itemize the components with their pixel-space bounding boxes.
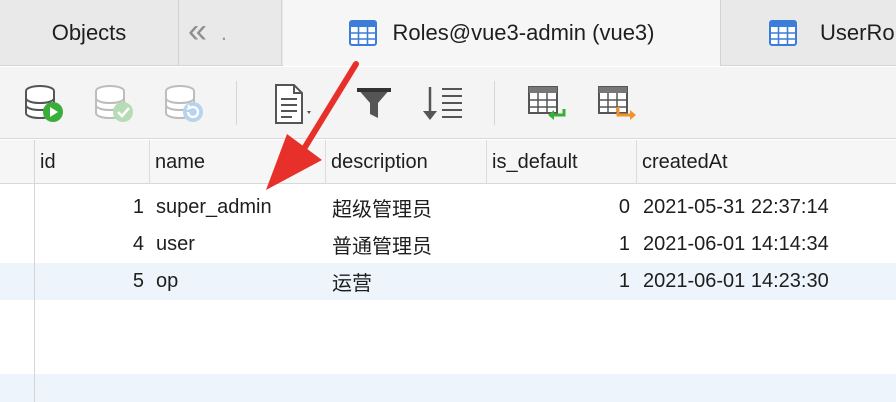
tab-objects[interactable]: Objects: [0, 0, 179, 66]
tab-bar: Objects « . Roles@vue3-admin (vue3) User…: [0, 0, 896, 66]
table-icon: [769, 20, 797, 46]
toolbar: [0, 67, 896, 139]
column-header-label: is_default: [492, 150, 578, 173]
import-button[interactable]: [526, 83, 570, 125]
run-query-button[interactable]: [22, 83, 66, 125]
column-header-description[interactable]: description: [325, 140, 486, 184]
cell-id[interactable]: 5: [34, 263, 144, 300]
cell-is-default[interactable]: 1: [486, 226, 630, 263]
database-check-icon: [95, 85, 133, 122]
cell-createdat[interactable]: 2021-05-31 22:37:14: [643, 189, 896, 226]
tab-objects-label: Objects: [51, 20, 127, 45]
table-row[interactable]: 5 op 运营 1 2021-06-01 14:23:30: [0, 263, 896, 300]
table-icon: [349, 20, 378, 46]
tab-history-back[interactable]: « .: [180, 0, 282, 66]
column-header-label: createdAt: [642, 150, 728, 173]
column-header-name[interactable]: name: [149, 140, 325, 184]
document-text-icon: [275, 84, 311, 124]
table-row[interactable]: 1 super_admin 超级管理员 0 2021-05-31 22:37:1…: [0, 189, 896, 226]
tab-userroles[interactable]: UserRo: [722, 0, 896, 66]
empty-row: [0, 374, 896, 402]
tab-roles-label: Roles@vue3-admin (vue3): [392, 20, 655, 45]
table-export-icon: [598, 86, 636, 120]
cell-name[interactable]: op: [156, 263, 324, 300]
data-grid: id name description is_default createdAt…: [0, 140, 896, 402]
sort-icon: [423, 87, 462, 120]
tab-userroles-label: UserRo: [820, 20, 895, 45]
double-chevron-left-icon[interactable]: «: [188, 14, 207, 48]
table-import-icon: [528, 86, 566, 120]
cell-createdat[interactable]: 2021-06-01 14:14:34: [643, 226, 896, 263]
column-header-createdat[interactable]: createdAt: [636, 140, 896, 184]
cell-id[interactable]: 4: [34, 226, 144, 263]
filter-button[interactable]: [352, 83, 396, 125]
cell-id[interactable]: 1: [34, 189, 144, 226]
tab-roles[interactable]: Roles@vue3-admin (vue3): [283, 0, 721, 66]
toolbar-separator: [236, 81, 237, 125]
row-gutter-divider: [34, 140, 35, 402]
column-header-is-default[interactable]: is_default: [486, 140, 636, 184]
filter-icon: [357, 88, 391, 118]
toolbar-separator: [494, 81, 495, 125]
column-header-label: name: [155, 150, 206, 173]
export-button[interactable]: [596, 83, 640, 125]
cell-is-default[interactable]: 0: [486, 189, 630, 226]
column-header-label: id: [40, 150, 56, 173]
cell-createdat[interactable]: 2021-06-01 14:23:30: [643, 263, 896, 300]
column-header-label: description: [331, 150, 428, 173]
cell-description[interactable]: 超级管理员: [332, 189, 486, 226]
text-view-button[interactable]: [270, 83, 314, 125]
tab-overflow-label: .: [220, 20, 228, 45]
refresh-query-button[interactable]: [162, 83, 206, 125]
cell-name[interactable]: user: [156, 226, 324, 263]
check-query-button[interactable]: [92, 83, 136, 125]
column-header-id[interactable]: id: [34, 140, 149, 184]
table-row[interactable]: 4 user 普通管理员 1 2021-06-01 14:14:34: [0, 226, 896, 263]
grid-header: id name description is_default createdAt: [0, 140, 896, 184]
cell-is-default[interactable]: 1: [486, 263, 630, 300]
database-refresh-icon: [165, 85, 203, 122]
cell-name[interactable]: super_admin: [156, 189, 324, 226]
cell-description[interactable]: 普通管理员: [332, 226, 486, 263]
cell-description[interactable]: 运营: [332, 263, 486, 300]
sort-button[interactable]: [420, 83, 464, 125]
database-run-icon: [25, 85, 63, 122]
